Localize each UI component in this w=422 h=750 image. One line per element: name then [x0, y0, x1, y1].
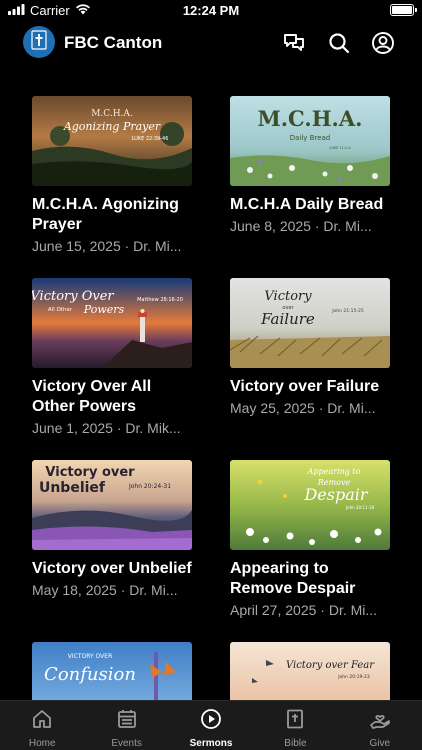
- thumb-text: Victory over Fear: [286, 660, 375, 671]
- thumb-text: John 20:24-31: [128, 483, 171, 490]
- sermon-meta: May 25, 2025 · Dr. Mi...: [230, 400, 376, 416]
- sermon-thumbnail: M.C.H.A. Daily Bread LUKE 11:1-4: [230, 96, 390, 186]
- thumb-text: Failure: [260, 310, 315, 328]
- thumb-text: Victory Over: [32, 289, 114, 304]
- thumb-text: Powers: [83, 303, 125, 316]
- sermon-card[interactable]: Victory Over All Other Powers Matthew 28…: [32, 278, 222, 437]
- sermon-card[interactable]: Appearing to Remove Despair John 20:11-1…: [230, 460, 420, 619]
- thumb-text: Agonizing Prayer: [63, 120, 161, 133]
- sermon-title: Victory over Unbelief: [32, 560, 192, 577]
- thumb-text: Unbelief: [39, 480, 106, 496]
- thumb-text: Despair: [303, 485, 368, 504]
- status-time: 12:24 PM: [182, 3, 240, 18]
- tab-events[interactable]: Events: [84, 701, 168, 750]
- sermon-meta: June 8, 2025 · Dr. Mi...: [230, 218, 372, 234]
- thumb-text: John 21:15-25: [331, 308, 364, 314]
- sermon-title: M.C.H.A. Agonizing Prayer: [32, 196, 179, 233]
- sermon-meta: May 18, 2025 · Dr. Mi...: [32, 582, 178, 598]
- tab-label: Events: [111, 738, 142, 749]
- account-icon[interactable]: [371, 31, 395, 55]
- sermon-thumbnail: Victory over Unbelief John 20:24-31: [32, 460, 192, 550]
- sermon-meta: June 1, 2025 · Dr. Mik...: [32, 420, 181, 436]
- cross-icon: [31, 29, 47, 55]
- sermon-thumbnail: M.C.H.A. Agonizing Prayer LUKE 22:39-46: [32, 96, 192, 186]
- sermon-card[interactable]: Victory over Unbelief John 20:24-31 Vict…: [32, 460, 222, 599]
- sermons-screen: Carrier 12:24 PM FBC Canton M.C.H.A. Ago…: [0, 0, 422, 750]
- tab-label: Give: [369, 738, 391, 749]
- sermon-thumbnail: Victory over Failure John 21:15-25: [230, 278, 390, 368]
- bible-icon: [284, 708, 306, 735]
- app-header: FBC Canton: [0, 26, 422, 62]
- tab-home[interactable]: Home: [0, 701, 84, 750]
- thumb-text: LUKE 22:39-46: [132, 136, 169, 142]
- battery-icon: [390, 4, 417, 16]
- tab-give[interactable]: Give: [338, 701, 422, 750]
- sermon-title: Victory Over All Other Powers: [32, 378, 152, 415]
- thumb-text: Matthew 28:16-20: [137, 297, 183, 303]
- thumb-text: M.C.H.A.: [91, 109, 133, 119]
- thumb-text: Daily Bread: [290, 134, 331, 142]
- sermon-meta: April 27, 2025 · Dr. Mi...: [230, 602, 378, 618]
- thumb-text: Appearing to: [307, 467, 361, 476]
- sermon-card[interactable]: Victory over Fear John 20:19-23: [230, 642, 420, 700]
- sermon-card[interactable]: Victory over Failure John 21:15-25 Victo…: [230, 278, 420, 417]
- tab-sermons[interactable]: Sermons: [169, 701, 253, 750]
- thumb-text: Victory: [264, 289, 312, 304]
- sermon-title: Victory over Failure: [230, 378, 380, 395]
- thumb-text: All Other: [48, 307, 73, 313]
- tab-bible[interactable]: Bible: [253, 701, 337, 750]
- calendar-icon: [116, 708, 138, 735]
- tab-label: Sermons: [189, 738, 233, 749]
- thumb-text: VICTORY OVER: [68, 653, 113, 660]
- sermon-card[interactable]: VICTORY OVER Confusion: [32, 642, 222, 700]
- bottom-tab-bar: Home Events Sermons Bible Give: [0, 700, 422, 750]
- sermon-card[interactable]: M.C.H.A. Agonizing Prayer LUKE 22:39-46 …: [32, 96, 222, 255]
- thumb-text: John 20:11-18: [345, 505, 374, 510]
- tab-label: Home: [28, 738, 56, 749]
- sermon-title: M.C.H.A Daily Bread: [230, 196, 384, 213]
- play-circle-icon: [200, 708, 222, 735]
- thumb-text: LUKE 11:1-4: [329, 146, 351, 150]
- give-hand-icon: [369, 708, 391, 735]
- thumb-text: Victory over: [45, 465, 135, 480]
- church-logo[interactable]: [23, 26, 55, 58]
- sermon-grid: M.C.H.A. Agonizing Prayer LUKE 22:39-46 …: [0, 96, 422, 700]
- search-icon[interactable]: [327, 31, 351, 55]
- sermon-card[interactable]: M.C.H.A. Daily Bread LUKE 11:1-4 M.C.H.A…: [230, 96, 420, 235]
- sermon-thumbnail: Victory Over All Other Powers Matthew 28…: [32, 278, 192, 368]
- status-bar: Carrier 12:24 PM: [0, 0, 422, 22]
- sermon-thumbnail: Appearing to Remove Despair John 20:11-1…: [230, 460, 390, 550]
- sermon-meta: June 15, 2025 · Dr. Mi...: [32, 238, 182, 254]
- chat-icon[interactable]: [282, 31, 306, 55]
- sermon-thumbnail: VICTORY OVER Confusion: [32, 642, 192, 700]
- sermon-title: Appearing to Remove Despair: [230, 560, 356, 597]
- home-icon: [31, 708, 53, 735]
- tab-label: Bible: [284, 738, 307, 749]
- thumb-text: John 20:19-23: [337, 674, 370, 680]
- thumb-text: M.C.H.A.: [258, 106, 363, 131]
- app-title: FBC Canton: [64, 33, 163, 52]
- sermon-thumbnail: Victory over Fear John 20:19-23: [230, 642, 390, 700]
- thumb-text: Confusion: [44, 664, 136, 685]
